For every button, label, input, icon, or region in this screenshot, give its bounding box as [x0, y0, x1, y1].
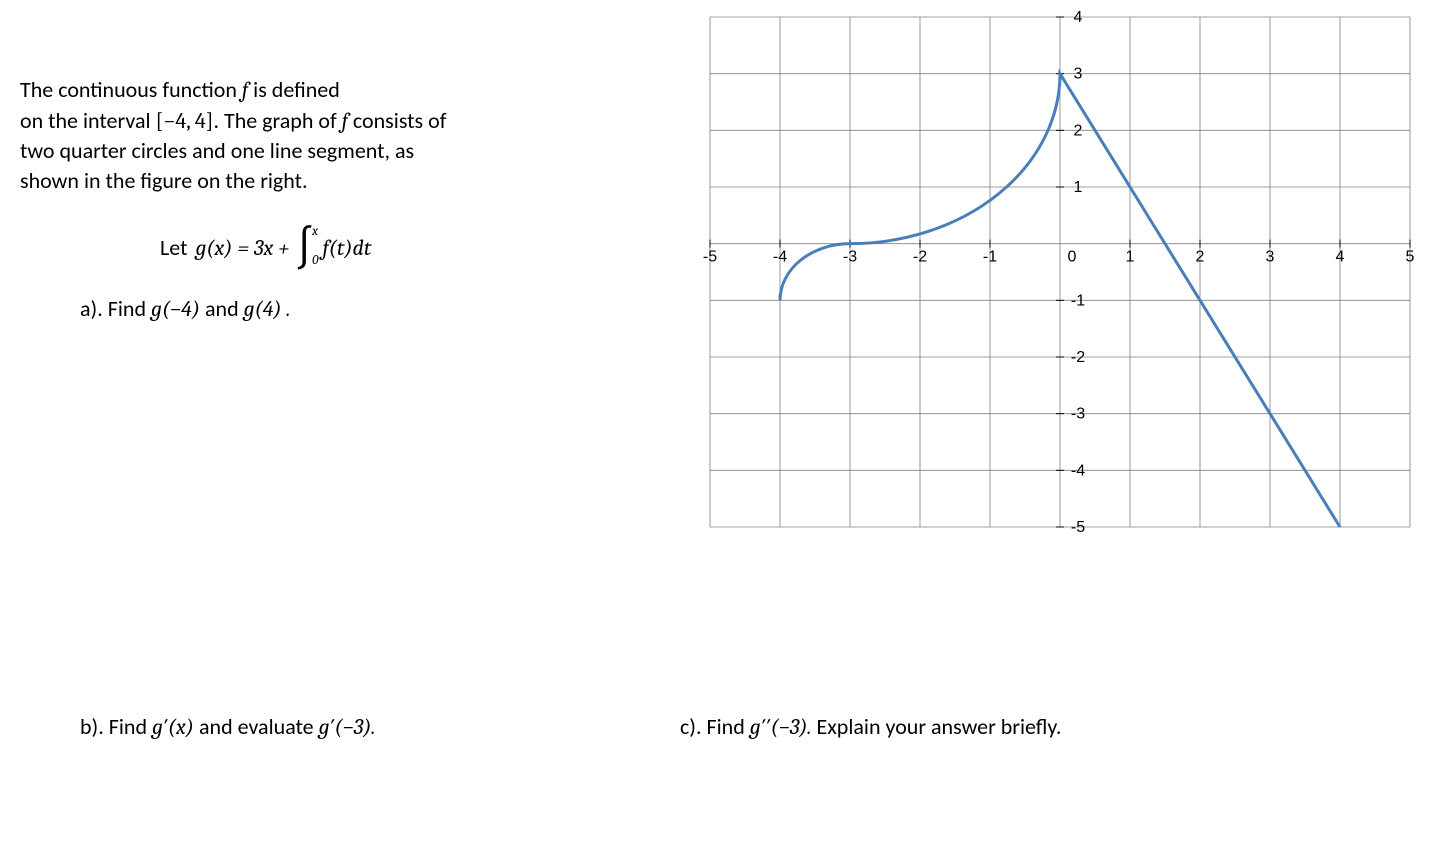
part-a: a). Find g(−4) and g(4) . — [80, 295, 640, 322]
text: shown in the figure on the right. — [20, 166, 640, 196]
text: and — [200, 295, 244, 322]
svg-text:-3: -3 — [843, 249, 857, 266]
graph-of-f: -5 -4 -3 -2 -1 0 1 2 3 4 5 -5 -4 -3 -2 -1 1 2 3 4 — [695, 2, 1425, 542]
svg-text:-5: -5 — [1071, 519, 1085, 536]
text: . The graph of — [213, 107, 341, 134]
bottom-questions: b). Find g′(x) and evaluate g′(−3). c). … — [0, 693, 1451, 740]
expr: g(−4) — [151, 296, 200, 322]
svg-text:-1: -1 — [983, 249, 997, 266]
problem-text: The continuous function f is defined on … — [20, 75, 640, 196]
equation-lhs: g(x) = 3x + — [195, 235, 289, 261]
equation-definition: Let g(x) = 3x + ∫ x 0 f(t)dt — [160, 226, 640, 270]
let-word: Let — [160, 234, 187, 261]
svg-text:-5: -5 — [703, 249, 717, 266]
svg-text:2: 2 — [1196, 249, 1205, 266]
text: is defined — [248, 76, 340, 103]
integrand: f(t)dt — [322, 235, 371, 261]
expr: g′′(−3). — [750, 714, 812, 740]
svg-text:4: 4 — [1074, 9, 1083, 26]
svg-text:-2: -2 — [913, 249, 927, 266]
text: Explain your answer briefly. — [812, 713, 1062, 740]
svg-text:-3: -3 — [1071, 406, 1085, 423]
expr: g′(−3). — [319, 714, 376, 740]
svg-text:0: 0 — [1068, 249, 1077, 266]
text: and evaluate — [194, 713, 319, 740]
svg-text:5: 5 — [1406, 249, 1415, 266]
expr: g(4) . — [244, 296, 291, 322]
integral: ∫ x 0 f(t)dt — [295, 226, 371, 270]
text: two quarter circles and one line segment… — [20, 136, 640, 166]
svg-text:3: 3 — [1266, 249, 1275, 266]
chart-svg: -5 -4 -3 -2 -1 0 1 2 3 4 5 -5 -4 -3 -2 -1 1 2 3 4 — [695, 2, 1425, 542]
expr: g′(x) — [152, 714, 194, 740]
text: consists of — [348, 107, 447, 134]
part-c: c). Find g′′(−3). Explain your answer br… — [680, 713, 1061, 740]
svg-text:1: 1 — [1126, 249, 1135, 266]
interval: [−4, 4] — [156, 108, 214, 134]
svg-text:3: 3 — [1074, 66, 1083, 83]
integral-sign: ∫ — [295, 226, 314, 270]
svg-text:4: 4 — [1336, 249, 1345, 266]
part-c-label: c). Find — [680, 713, 750, 740]
svg-text:1: 1 — [1074, 179, 1083, 196]
svg-text:-4: -4 — [773, 249, 787, 266]
svg-text:-4: -4 — [1071, 462, 1085, 479]
problem-statement: The continuous function f is defined on … — [20, 75, 640, 322]
svg-text:-2: -2 — [1071, 349, 1085, 366]
part-b: b). Find g′(x) and evaluate g′(−3). — [80, 713, 640, 740]
text: The continuous function — [20, 76, 242, 103]
part-b-label: b). Find — [80, 713, 152, 740]
text: on the interval — [20, 107, 156, 134]
svg-text:2: 2 — [1074, 122, 1083, 139]
part-a-label: a). Find — [80, 295, 151, 322]
svg-text:-1: -1 — [1071, 292, 1085, 309]
